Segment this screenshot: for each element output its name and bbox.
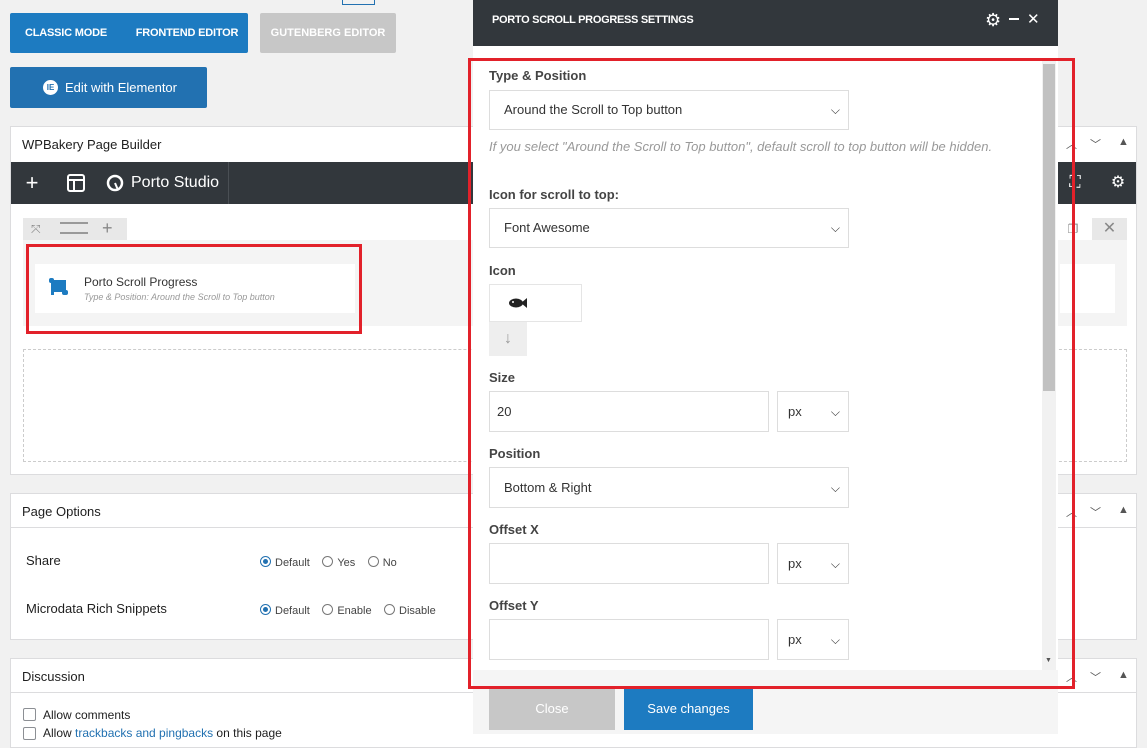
add-element-icon[interactable]: + xyxy=(21,162,43,204)
modal-title: PORTO SCROLL PROGRESS SETTINGS xyxy=(492,14,694,26)
gear-icon[interactable]: ⚙ xyxy=(1108,162,1128,204)
panel-down-arrow[interactable]: ﹀ xyxy=(1090,136,1101,152)
share-no-radio[interactable] xyxy=(367,556,379,568)
save-changes-button[interactable]: Save changes xyxy=(624,687,753,730)
allow-comments-checkbox[interactable] xyxy=(23,708,36,721)
row-move-icon[interactable]: ⤧ xyxy=(31,218,41,240)
page-options-toggle-arrow[interactable]: ▲ xyxy=(1118,504,1129,516)
porto-studio-icon[interactable] xyxy=(104,162,126,204)
element-highlight-box xyxy=(26,244,362,334)
layout-icon[interactable] xyxy=(65,162,87,204)
panel-toggle-arrow[interactable]: ▲ xyxy=(1118,136,1129,148)
share-label: Share xyxy=(26,553,61,568)
share-default-radio[interactable] xyxy=(260,556,271,568)
porto-studio-label[interactable]: Porto Studio xyxy=(131,162,223,204)
allow-comments-label: Allow comments xyxy=(43,708,131,722)
classic-mode-button[interactable]: CLASSIC MODE xyxy=(18,13,114,53)
microdata-radio-group: Default Enable Disable xyxy=(260,602,444,620)
close-button[interactable]: Close xyxy=(489,687,615,730)
microdata-enable-radio[interactable] xyxy=(322,604,334,616)
toolbar-divider xyxy=(228,162,229,204)
page-options-down-arrow[interactable]: ﹀ xyxy=(1090,504,1101,520)
row-delete-icon[interactable]: ✕ xyxy=(1092,218,1127,240)
top-cutoff-element xyxy=(342,0,375,5)
wpbakery-title: WPBakery Page Builder xyxy=(22,137,162,152)
row-layout-icon[interactable] xyxy=(60,222,88,234)
edit-with-elementor-button[interactable]: IE Edit with Elementor xyxy=(10,67,207,108)
elementor-icon: IE xyxy=(43,80,58,95)
modal-minimize-icon[interactable] xyxy=(1009,18,1019,20)
modal-gear-icon[interactable]: ⚙ xyxy=(985,9,1001,31)
share-radio-group: Default Yes No xyxy=(260,554,405,572)
modal-close-icon[interactable]: ✕ xyxy=(1027,10,1040,30)
discussion-down-arrow[interactable]: ﹀ xyxy=(1090,669,1101,685)
trackbacks-link[interactable]: trackbacks and pingbacks xyxy=(75,726,213,740)
microdata-default-radio[interactable] xyxy=(260,604,271,616)
settings-highlight-box xyxy=(468,58,1075,689)
gutenberg-editor-button[interactable]: GUTENBERG EDITOR xyxy=(260,13,396,53)
discussion-toggle-arrow[interactable]: ▲ xyxy=(1118,669,1129,681)
share-yes-radio[interactable] xyxy=(322,556,334,568)
microdata-disable-radio[interactable] xyxy=(384,604,396,616)
microdata-label: Microdata Rich Snippets xyxy=(26,601,167,616)
allow-trackbacks-label: Allow trackbacks and pingbacks on this p… xyxy=(43,726,282,740)
row-add-icon[interactable]: + xyxy=(102,216,113,240)
discussion-title: Discussion xyxy=(22,669,85,684)
page-options-title: Page Options xyxy=(22,504,101,519)
frontend-editor-button[interactable]: FRONTEND EDITOR xyxy=(130,13,244,53)
